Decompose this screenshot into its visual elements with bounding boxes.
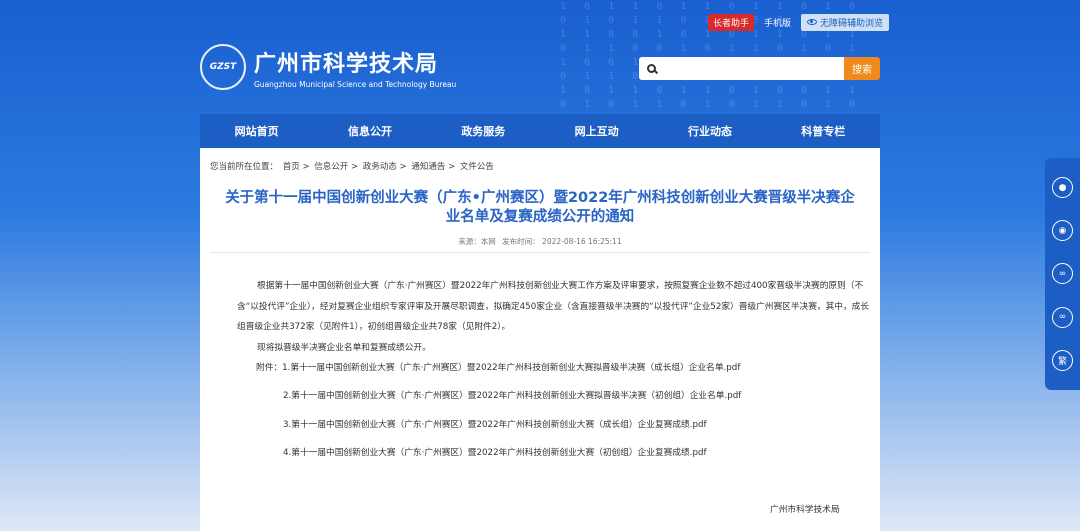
search-box <box>639 57 844 80</box>
breadcrumb-separator: > <box>448 162 456 172</box>
article-source: 来源：本网 <box>458 237 496 246</box>
accessibility-label: 无障碍辅助浏览 <box>820 18 884 29</box>
site-logo[interactable]: GZST 广州市科学技术局 Guangzhou Municipal Scienc… <box>200 44 456 90</box>
breadcrumb-item-notices[interactable]: 通知通告 <box>411 162 445 172</box>
floating-share-bar: ● ◉ ∞ ∞ 繁 <box>1045 158 1080 390</box>
article-signature: 广州市科学技术局 <box>770 505 840 515</box>
breadcrumb-item-gov-news[interactable]: 政务动态 <box>363 162 397 172</box>
eye-icon <box>807 19 818 25</box>
weibo-icon[interactable]: ◉ <box>1052 220 1073 242</box>
search-button[interactable]: 搜索 <box>844 57 880 80</box>
accessibility-button[interactable]: 无障碍辅助浏览 <box>801 13 890 31</box>
breadcrumb-item-documents[interactable]: 文件公告 <box>460 162 494 172</box>
attachment-link-2[interactable]: 2.第十一届中国创新创业大赛（广东·广州赛区）暨2022年广州科技创新创业大赛拟… <box>283 388 741 401</box>
search-bar: 搜索 <box>639 57 880 80</box>
nav-item-info-disclosure[interactable]: 信息公开 <box>348 123 392 139</box>
breadcrumb-item-home[interactable]: 首页 <box>283 162 300 172</box>
breadcrumb-separator: > <box>302 162 310 172</box>
article-body: 根据第十一届中国创新创业大赛（广东·广州赛区）暨2022年广州科技创新创业大赛工… <box>237 276 873 358</box>
nav-item-industry-news[interactable]: 行业动态 <box>688 123 732 139</box>
attachment-link-3[interactable]: 3.第十一届中国创新创业大赛（广东·广州赛区）暨2022年广州科技创新创业大赛（… <box>283 417 707 430</box>
article-title: 关于第十一届中国创新创业大赛（广东•广州赛区）暨2022年广州科技创新创业大赛晋… <box>225 190 855 225</box>
site-title: 广州市科学技术局 <box>254 51 439 77</box>
traditional-chinese-button[interactable]: 繁 <box>1052 349 1073 371</box>
breadcrumb: 您当前所在位置： 首页 > 信息公开 > 政务动态 > 通知通告 > 文件公告 <box>210 160 494 172</box>
search-input[interactable] <box>662 63 844 74</box>
share-icon[interactable]: ∞ <box>1052 263 1073 285</box>
attachment-link-4[interactable]: 4.第十一届中国创新创业大赛（广东·广州赛区）暨2022年广州科技创新创业大赛（… <box>283 445 707 458</box>
attachment-link-1[interactable]: 附件：1.第十一届中国创新创业大赛（广东·广州赛区）暨2022年广州科技创新创业… <box>256 360 740 373</box>
top-utility-bar: 长者助手 手机版 无障碍辅助浏览 <box>708 13 890 31</box>
article-content: 您当前所在位置： 首页 > 信息公开 > 政务动态 > 通知通告 > 文件公告 … <box>200 148 880 531</box>
nav-item-government-services[interactable]: 政务服务 <box>461 123 505 139</box>
breadcrumb-separator: > <box>350 162 359 172</box>
divider <box>210 252 870 253</box>
search-icon <box>647 64 656 73</box>
breadcrumb-prefix: 您当前所在位置： <box>210 162 279 172</box>
wechat-icon[interactable]: ● <box>1052 177 1073 199</box>
article-paragraph: 现将拟晋级半决赛企业名单和复赛成绩公开。 <box>257 342 431 353</box>
article-published: 发布时间： 2022-08-16 16:25:11 <box>502 237 622 246</box>
breadcrumb-separator: > <box>399 162 407 172</box>
nav-item-science-column[interactable]: 科普专栏 <box>801 123 845 139</box>
gzst-logo-icon: GZST <box>200 44 246 90</box>
nav-item-home[interactable]: 网站首页 <box>235 123 279 139</box>
site-subtitle: Guangzhou Municipal Science and Technolo… <box>254 79 457 89</box>
link-icon[interactable]: ∞ <box>1052 306 1073 328</box>
mobile-version-link[interactable]: 手机版 <box>764 16 791 29</box>
elder-mode-button[interactable]: 长者助手 <box>708 13 755 31</box>
article-meta: 来源：本网 发布时间： 2022-08-16 16:25:11 <box>200 236 880 247</box>
article-paragraph: 根据第十一届中国创新创业大赛（广东·广州赛区）暨2022年广州科技创新创业大赛工… <box>237 281 870 332</box>
nav-item-online-interaction[interactable]: 网上互动 <box>575 123 619 139</box>
main-nav: 网站首页 信息公开 政务服务 网上互动 行业动态 科普专栏 <box>200 114 880 148</box>
breadcrumb-item-info[interactable]: 信息公开 <box>314 162 348 172</box>
